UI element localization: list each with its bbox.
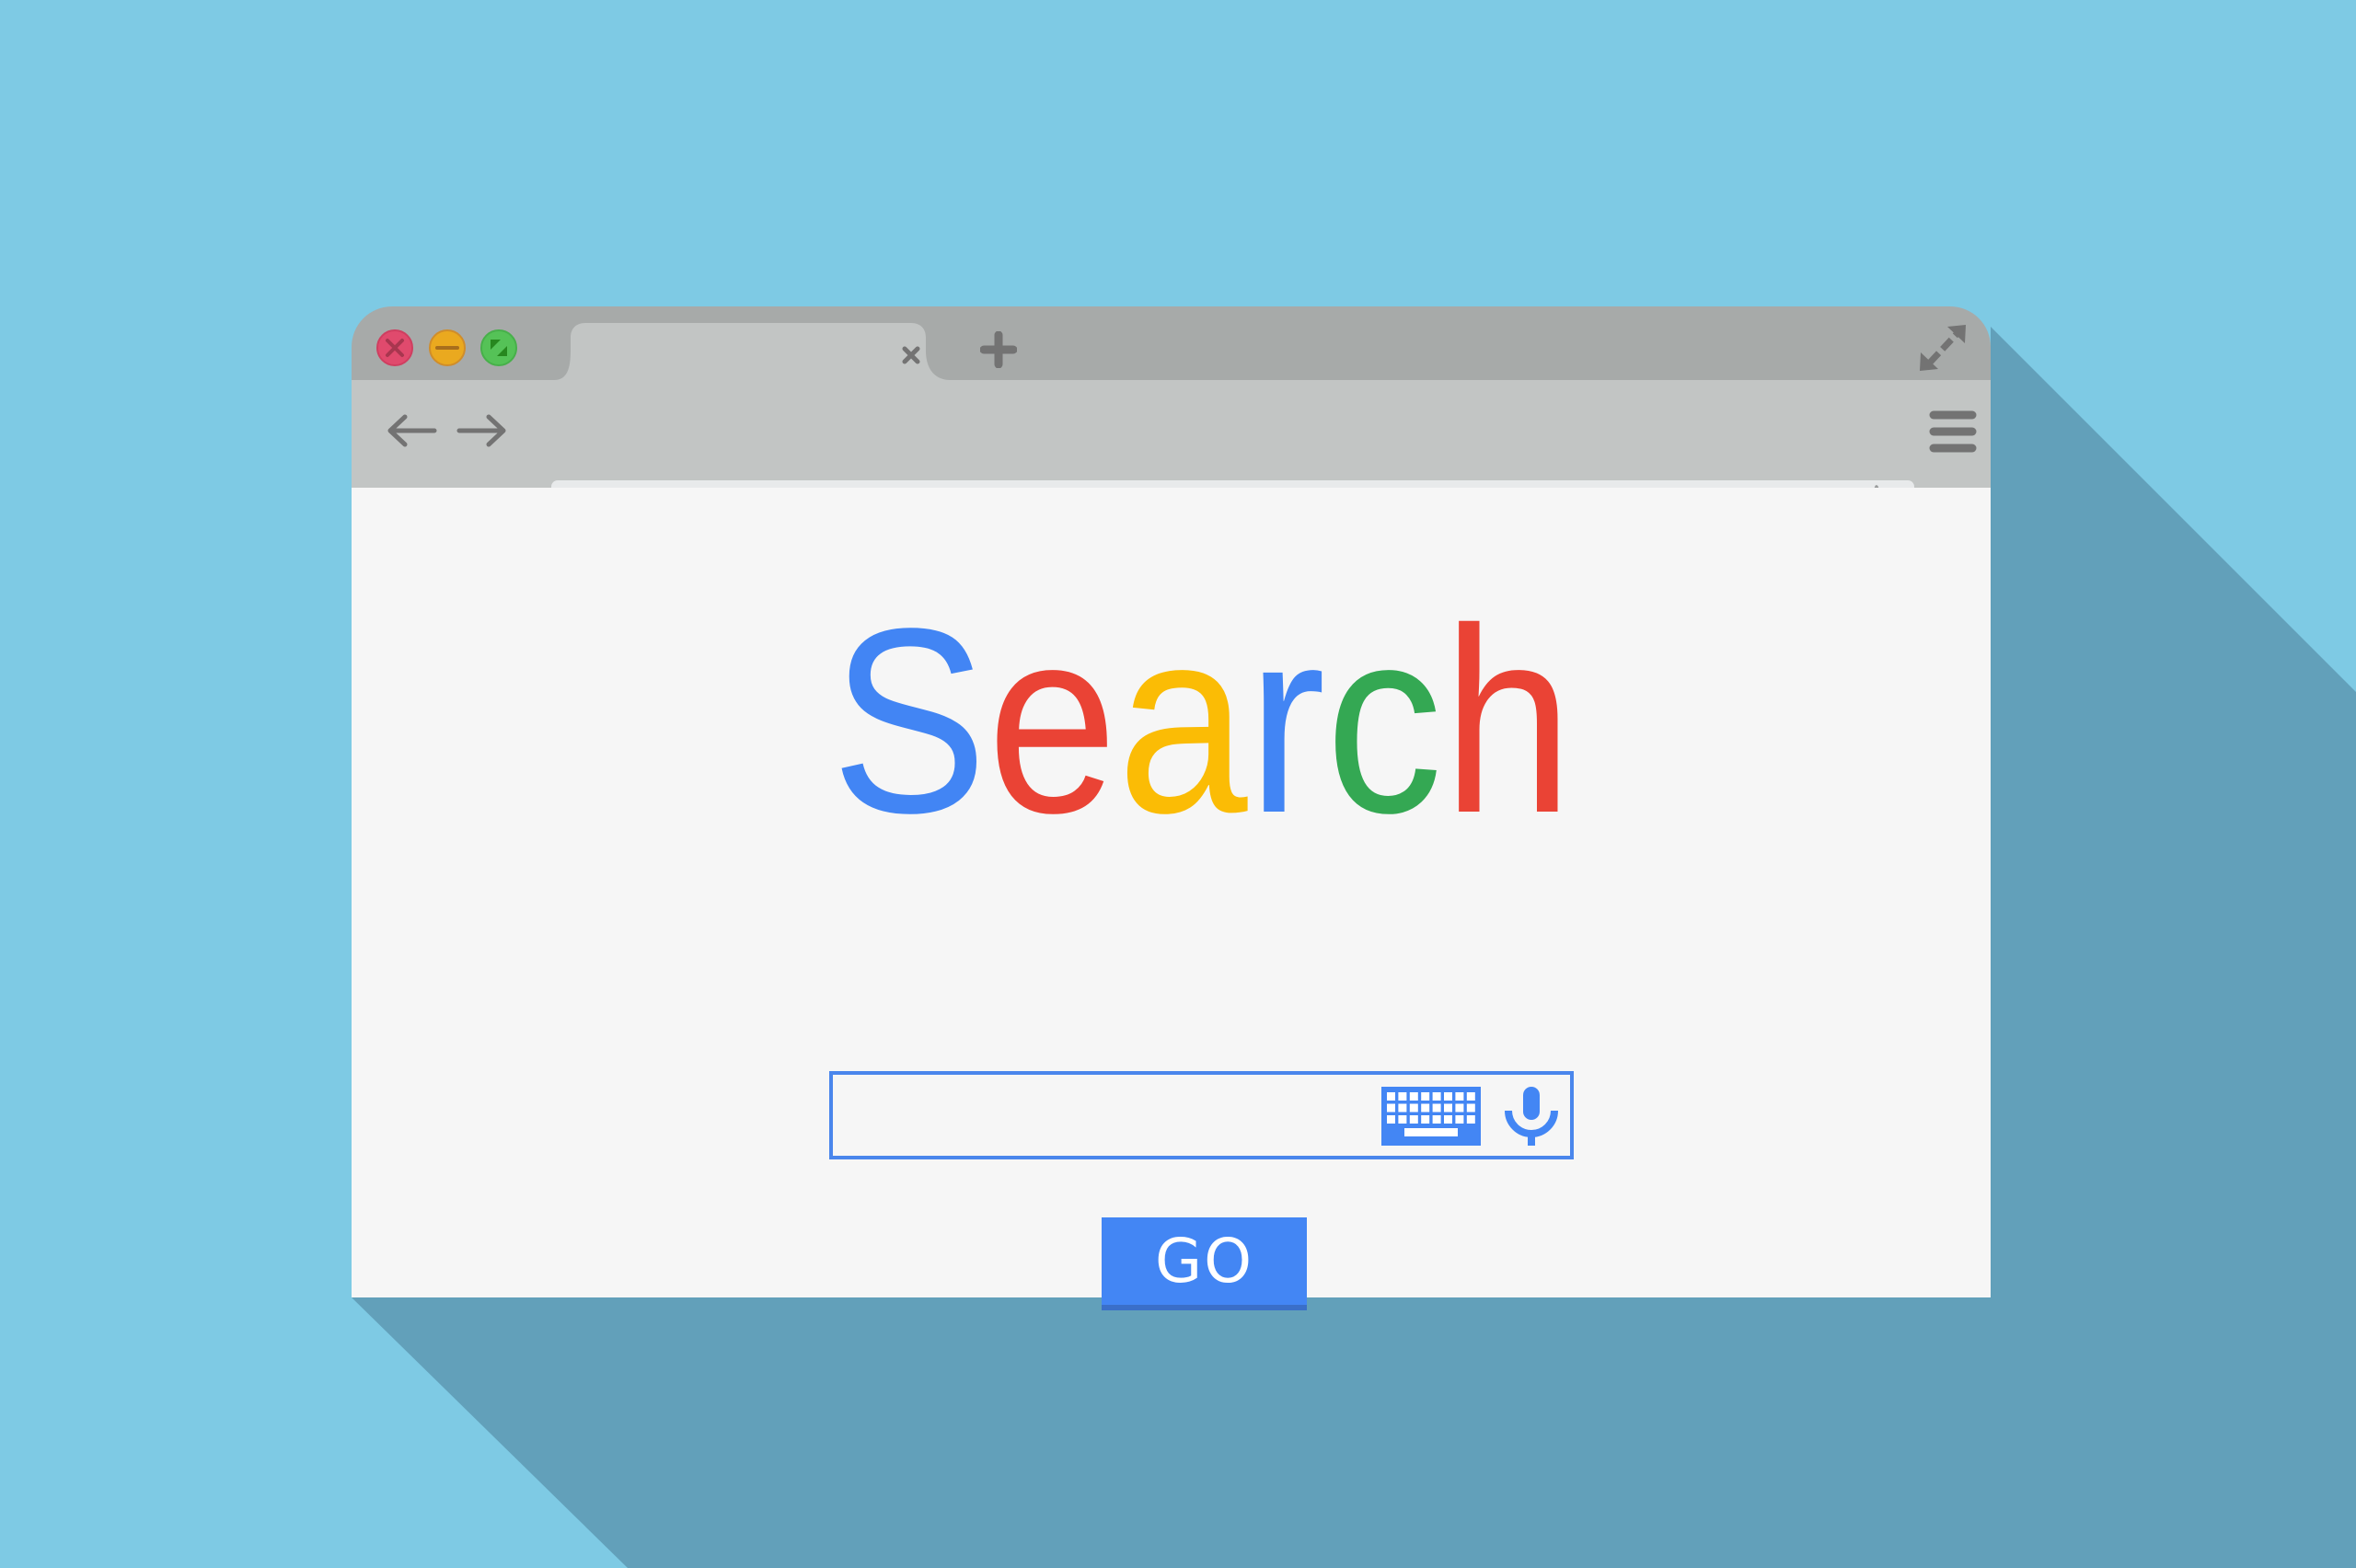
keyboard-icon — [1381, 1087, 1481, 1146]
keyboard-key — [1421, 1092, 1430, 1101]
browser-window: Search GO — [352, 306, 1991, 1310]
search-logo: Search — [831, 598, 1573, 819]
keyboard-button[interactable] — [1381, 1087, 1481, 1146]
keyboard-key — [1387, 1103, 1395, 1113]
close-window-button[interactable] — [376, 329, 413, 366]
plus-icon — [980, 331, 1017, 368]
title-bar — [352, 306, 1991, 380]
keyboard-key — [1455, 1115, 1464, 1124]
keyboard-key — [1444, 1103, 1452, 1113]
search-box[interactable] — [829, 1071, 1574, 1159]
arrow-right-icon — [456, 414, 506, 447]
back-button[interactable] — [387, 413, 438, 448]
keyboard-key — [1466, 1103, 1475, 1113]
keyboard-key — [1398, 1115, 1407, 1124]
keyboard-key — [1466, 1115, 1475, 1124]
maximize-icon — [491, 340, 507, 356]
keyboard-key — [1455, 1103, 1464, 1113]
keyboard-spacebar — [1404, 1128, 1458, 1136]
keyboard-key — [1432, 1115, 1441, 1124]
arrow-left-icon — [387, 414, 437, 447]
close-tab-icon[interactable] — [900, 344, 922, 366]
new-tab-button[interactable] — [980, 331, 1017, 368]
minimize-icon — [435, 346, 459, 350]
keyboard-key — [1398, 1103, 1407, 1113]
maximize-window-button[interactable] — [480, 329, 517, 366]
keyboard-key — [1409, 1103, 1418, 1113]
close-icon — [386, 339, 404, 357]
keyboard-key — [1409, 1115, 1418, 1124]
microphone-icon — [1505, 1087, 1558, 1146]
forward-button[interactable] — [456, 413, 507, 448]
logo-letter-r: r — [1248, 598, 1326, 819]
tab-active[interactable] — [554, 323, 950, 380]
voice-search-button[interactable] — [1503, 1087, 1560, 1147]
keyboard-key — [1387, 1092, 1395, 1101]
logo-letter-h: h — [1443, 598, 1573, 819]
keyboard-key — [1432, 1103, 1441, 1113]
fullscreen-button[interactable] — [1916, 321, 1971, 375]
keyboard-key — [1466, 1092, 1475, 1101]
search-input[interactable] — [840, 1080, 1359, 1152]
svg-text:Search: Search — [831, 598, 1573, 819]
keyboard-key — [1421, 1115, 1430, 1124]
page-content: Search GO — [352, 488, 1991, 1310]
expand-arrows-icon — [1920, 325, 1966, 371]
logo-letter-e: e — [987, 598, 1117, 819]
go-button[interactable]: GO — [1102, 1217, 1307, 1310]
keyboard-key — [1455, 1092, 1464, 1101]
toolbar — [352, 380, 1991, 524]
menu-button[interactable] — [1928, 408, 1978, 455]
keyboard-key — [1444, 1115, 1452, 1124]
minimize-window-button[interactable] — [429, 329, 466, 366]
keyboard-key — [1421, 1103, 1430, 1113]
keyboard-key — [1432, 1092, 1441, 1101]
logo-letter-s: S — [831, 598, 987, 819]
keyboard-key — [1398, 1092, 1407, 1101]
logo-letter-c: c — [1325, 598, 1442, 819]
keyboard-key — [1387, 1115, 1395, 1124]
hamburger-menu-icon — [1929, 410, 1977, 453]
keyboard-key — [1409, 1092, 1418, 1101]
logo-letter-a: a — [1117, 598, 1249, 819]
keyboard-key — [1444, 1092, 1452, 1101]
go-button-label: GO — [1154, 1226, 1254, 1297]
